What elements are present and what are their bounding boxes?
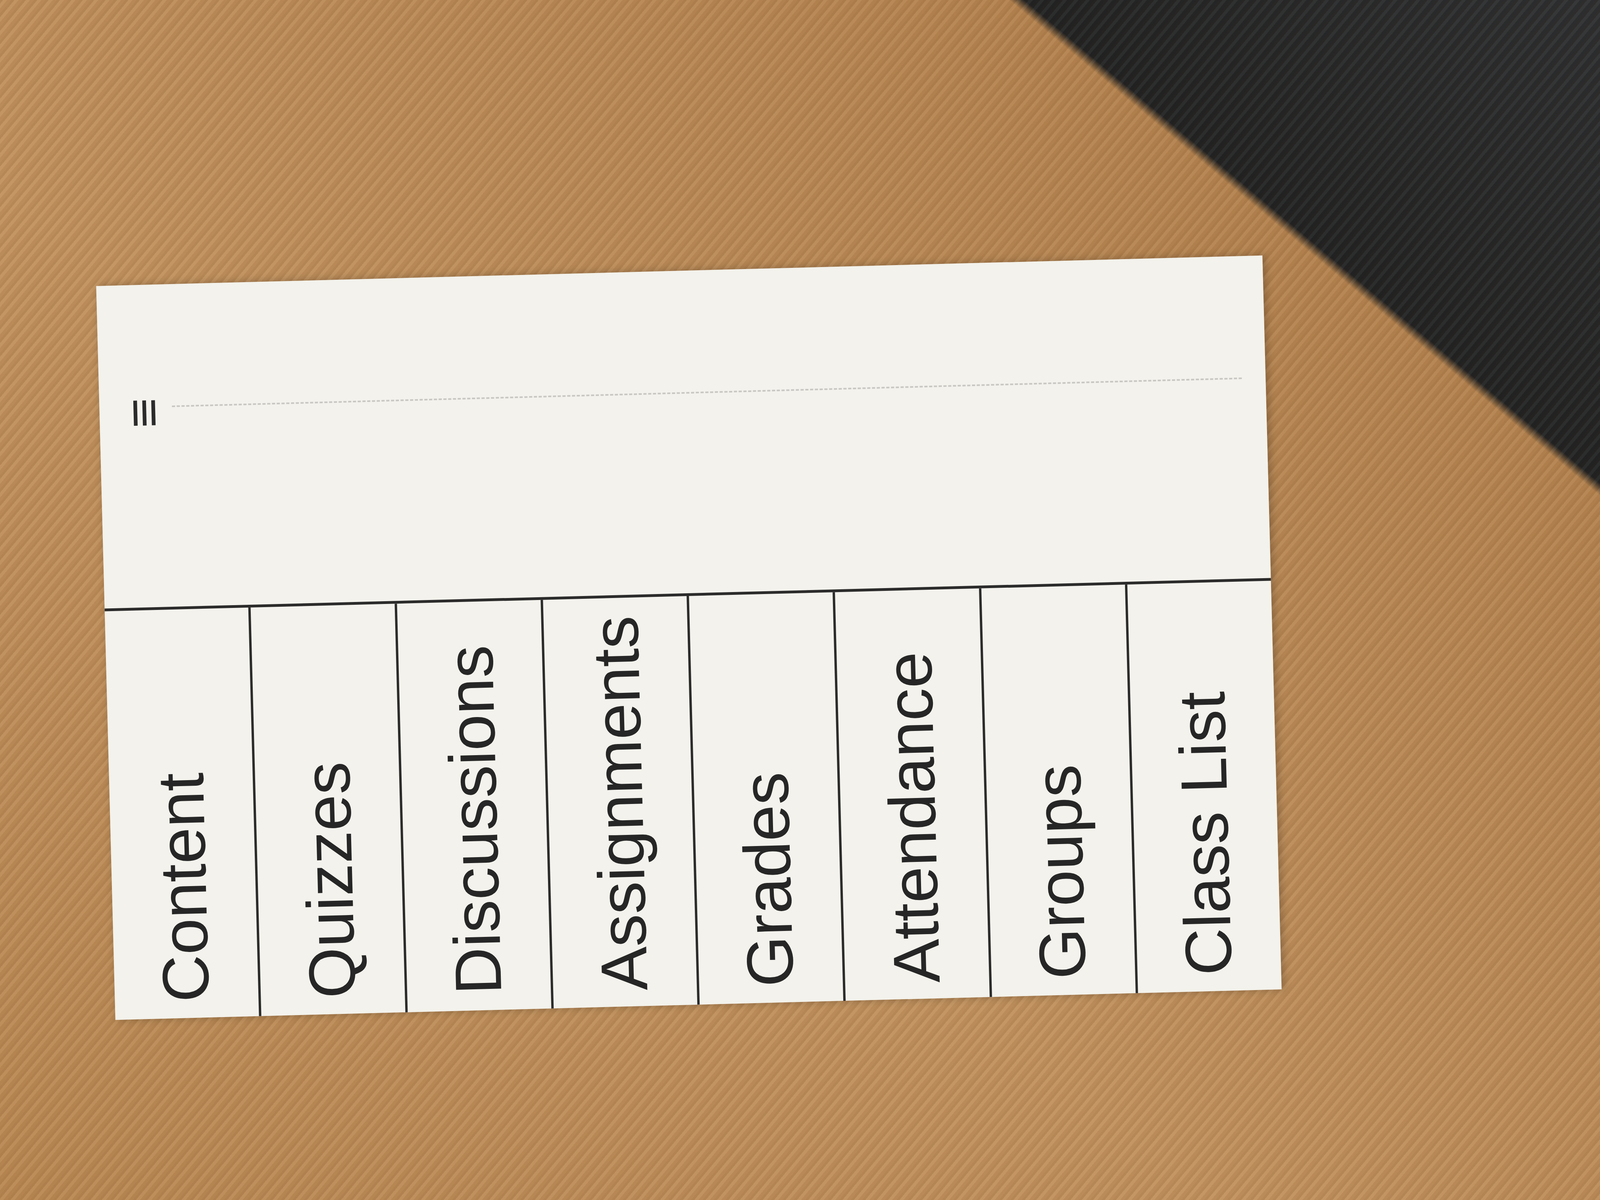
sidebar-item[interactable]: Class List: [1127, 580, 1282, 994]
sidebar-item[interactable]: Quizzes: [250, 603, 408, 1016]
dashed-line: [171, 377, 1242, 408]
sidebar-item[interactable]: Attendance: [834, 588, 992, 1001]
menu-column: ≡: [114, 356, 1243, 442]
desk-photo: ContentQuizzesDiscussionsAssignmentsGrad…: [0, 0, 1600, 1200]
main-area: ≡: [96, 255, 1271, 609]
sidebar-item[interactable]: Assignments: [542, 596, 700, 1009]
sidebar-item[interactable]: Groups: [980, 584, 1138, 997]
sidebar-item[interactable]: Discussions: [396, 600, 554, 1013]
sidebar-item[interactable]: Content: [104, 607, 262, 1020]
sidebar: ContentQuizzesDiscussionsAssignmentsGrad…: [104, 578, 1282, 1021]
paper-prototype-card: ContentQuizzesDiscussionsAssignmentsGrad…: [96, 255, 1282, 1020]
sidebar-item[interactable]: Grades: [688, 592, 846, 1005]
hamburger-menu-icon[interactable]: ≡: [114, 393, 173, 433]
